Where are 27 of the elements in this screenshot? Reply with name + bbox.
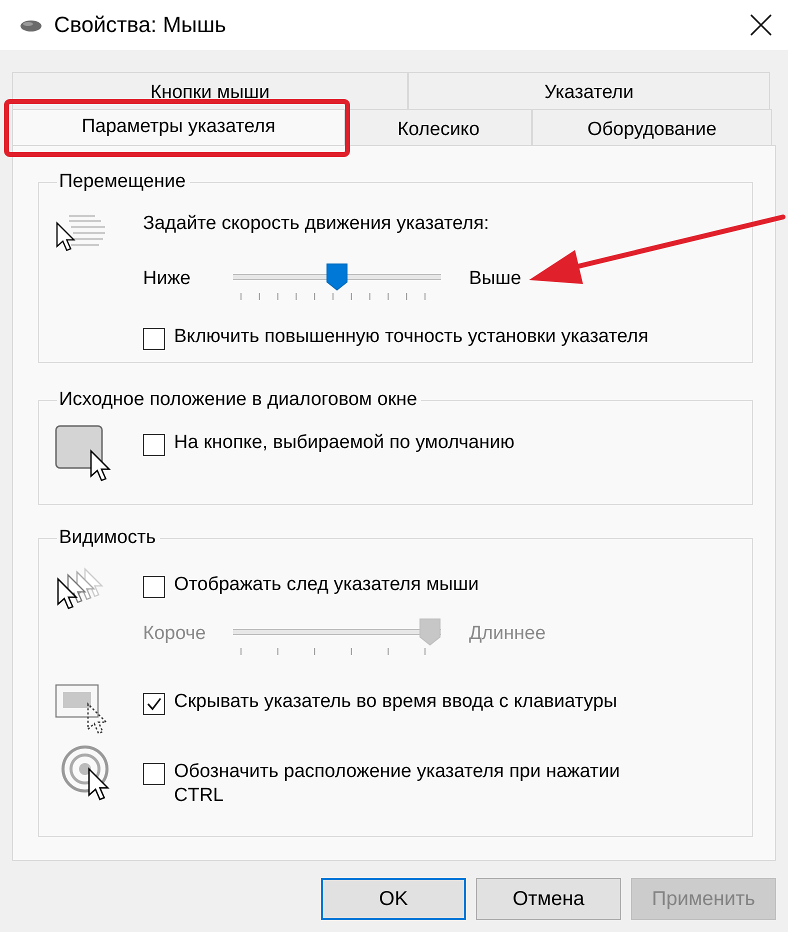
slider-min-label: Короче bbox=[143, 622, 207, 645]
checkbox[interactable] bbox=[143, 763, 165, 785]
close-icon[interactable] bbox=[750, 14, 772, 36]
dialog-button[interactable]: OK bbox=[321, 878, 466, 920]
checkbox-label[interactable]: Обозначить расположение указателя при нажатии CTRL bbox=[174, 760, 649, 808]
slider-thumb[interactable] bbox=[326, 263, 348, 291]
checkbox[interactable] bbox=[143, 576, 165, 598]
window-title: Свойства: Мышь bbox=[54, 12, 228, 38]
mouse-icon bbox=[20, 20, 42, 32]
checkbox[interactable] bbox=[143, 434, 165, 456]
slider-max-label: Выше bbox=[468, 267, 522, 290]
dialog-button[interactable]: Отмена bbox=[476, 878, 621, 920]
group-title: Перемещение bbox=[58, 171, 187, 193]
group-title: Исходное положение в диалоговом окне bbox=[58, 389, 418, 411]
checkbox-label[interactable]: Включить повышенную точность установки указателя bbox=[174, 325, 648, 349]
checkbox[interactable] bbox=[143, 328, 165, 350]
speed-prompt: Задайте скорость движения указателя: bbox=[143, 213, 490, 235]
checkbox-label[interactable]: На кнопке, выбираемой по умолчанию bbox=[174, 431, 514, 455]
checkbox[interactable] bbox=[143, 693, 165, 715]
tab[interactable]: Указатели bbox=[408, 72, 770, 109]
checkbox-label[interactable]: Скрывать указатель во время ввода с клавиатуры bbox=[174, 690, 618, 714]
tab[interactable]: Параметры указателя bbox=[12, 109, 345, 145]
checkbox-label[interactable]: Отображать след указателя мыши bbox=[174, 573, 479, 597]
tab[interactable]: Оборудование bbox=[532, 109, 772, 145]
slider-max-label: Длиннее bbox=[468, 622, 546, 645]
group-title: Видимость bbox=[58, 527, 157, 549]
slider-min-label: Ниже bbox=[143, 267, 192, 290]
